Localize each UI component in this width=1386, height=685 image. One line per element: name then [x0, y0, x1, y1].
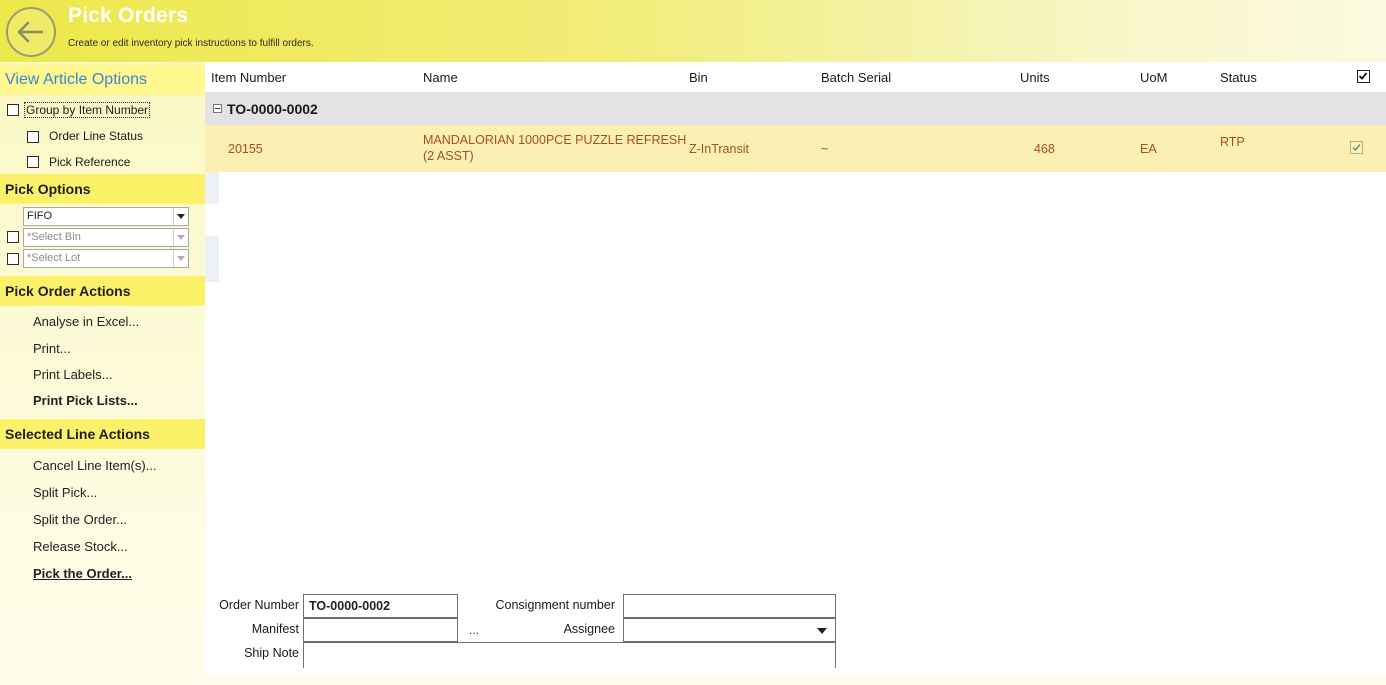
table-row[interactable]: 20155 MANDALORIAN 1000PCE PUZZLE REFRESH… — [205, 125, 1386, 172]
cell-status: RTP — [1220, 135, 1245, 149]
assignee-select[interactable] — [623, 618, 836, 642]
column-header-bin[interactable]: Bin — [689, 70, 708, 85]
print-labels-link[interactable]: Print Labels... — [33, 367, 113, 382]
pick-options-heading: Pick Options — [0, 174, 205, 204]
pick-method-value: FIFO — [27, 210, 53, 222]
analyse-in-excel-link[interactable]: Analyse in Excel... — [33, 314, 139, 329]
row-select-checkbox[interactable] — [1350, 141, 1363, 154]
column-header-units[interactable]: Units — [1020, 70, 1050, 85]
consignment-number-label: Consignment number — [495, 598, 615, 612]
collapse-icon[interactable] — [213, 104, 222, 113]
chevron-down-icon[interactable] — [173, 250, 188, 267]
select-lot-checkbox[interactable] — [7, 253, 19, 265]
select-bin-select[interactable]: *Select Bin — [23, 228, 189, 247]
cell-item-number: 20155 — [228, 142, 263, 156]
page-title: Pick Orders — [68, 4, 189, 27]
status-bar — [0, 675, 1386, 685]
page-subtitle: Create or edit inventory pick instructio… — [68, 38, 314, 49]
pick-the-order-link[interactable]: Pick the Order... — [33, 566, 132, 581]
cell-name-line2: (2 ASST) — [423, 149, 474, 163]
order-number-label: Order Number — [219, 598, 299, 612]
split-pick-link[interactable]: Split Pick... — [33, 485, 97, 500]
column-header-uom[interactable]: UoM — [1140, 70, 1167, 85]
back-arrow-icon — [17, 21, 43, 43]
select-lot-select[interactable]: *Select Lot — [23, 249, 189, 268]
pick-reference-label[interactable]: Pick Reference — [49, 155, 130, 169]
group-by-item-number-label[interactable]: Group by Item Number — [24, 102, 151, 118]
cancel-line-items-link[interactable]: Cancel Line Item(s)... — [33, 458, 157, 473]
checkmark-icon — [1352, 144, 1361, 152]
print-pick-lists-link[interactable]: Print Pick Lists... — [33, 393, 138, 408]
column-header-status[interactable]: Status — [1220, 70, 1257, 85]
manifest-field[interactable] — [303, 618, 458, 642]
view-article-options-heading[interactable]: View Article Options — [0, 65, 205, 95]
split-the-order-link[interactable]: Split the Order... — [33, 512, 127, 527]
pick-reference-checkbox[interactable] — [27, 156, 39, 168]
select-lot-placeholder: *Select Lot — [27, 252, 81, 264]
row-header-stub — [205, 172, 219, 204]
cell-units: 468 — [1034, 142, 1055, 156]
cell-bin: Z-InTransit — [689, 142, 749, 156]
pick-order-actions-heading: Pick Order Actions — [0, 276, 205, 306]
header-bar: Pick Orders Create or edit inventory pic… — [0, 0, 1386, 62]
chevron-down-icon[interactable] — [173, 229, 188, 246]
group-row[interactable]: TO-0000-0002 — [205, 93, 1386, 125]
pick-orders-window: Pick Orders Create or edit inventory pic… — [0, 0, 1386, 685]
order-number-field[interactable]: TO-0000-0002 — [303, 594, 458, 618]
order-line-status-label[interactable]: Order Line Status — [49, 129, 143, 143]
chevron-down-icon[interactable] — [817, 628, 827, 634]
column-header-item-number[interactable]: Item Number — [211, 70, 286, 85]
select-bin-checkbox[interactable] — [7, 231, 19, 243]
cell-uom: EA — [1140, 142, 1157, 156]
ship-note-field[interactable] — [303, 642, 836, 668]
checkmark-icon — [1358, 72, 1368, 80]
column-header-name[interactable]: Name — [423, 70, 458, 85]
assignee-label: Assignee — [563, 622, 615, 636]
group-label: TO-0000-0002 — [227, 101, 318, 117]
grid-header: Item Number Name Bin Batch Serial Units … — [205, 62, 1386, 93]
cell-name-line1: MANDALORIAN 1000PCE PUZZLE REFRESH — [423, 133, 687, 147]
ship-note-label: Ship Note — [244, 646, 299, 660]
row-header-stub — [205, 236, 219, 282]
print-link[interactable]: Print... — [33, 341, 71, 356]
order-line-status-checkbox[interactable] — [27, 131, 39, 143]
pick-method-select[interactable]: FIFO — [23, 207, 189, 226]
release-stock-link[interactable]: Release Stock... — [33, 539, 128, 554]
chevron-down-icon[interactable] — [173, 208, 188, 225]
consignment-number-field[interactable] — [623, 594, 836, 618]
manifest-label: Manifest — [251, 622, 299, 636]
group-by-item-number-checkbox[interactable] — [7, 104, 19, 116]
select-bin-placeholder: *Select Bin — [27, 231, 81, 243]
select-all-checkbox[interactable] — [1357, 70, 1370, 83]
column-header-batch-serial[interactable]: Batch Serial — [821, 70, 891, 85]
selected-line-actions-heading: Selected Line Actions — [0, 419, 205, 449]
sidebar: View Article Options Group by Item Numbe… — [0, 62, 205, 676]
back-button[interactable] — [6, 7, 56, 57]
cell-batch-serial: ~ — [821, 142, 829, 156]
